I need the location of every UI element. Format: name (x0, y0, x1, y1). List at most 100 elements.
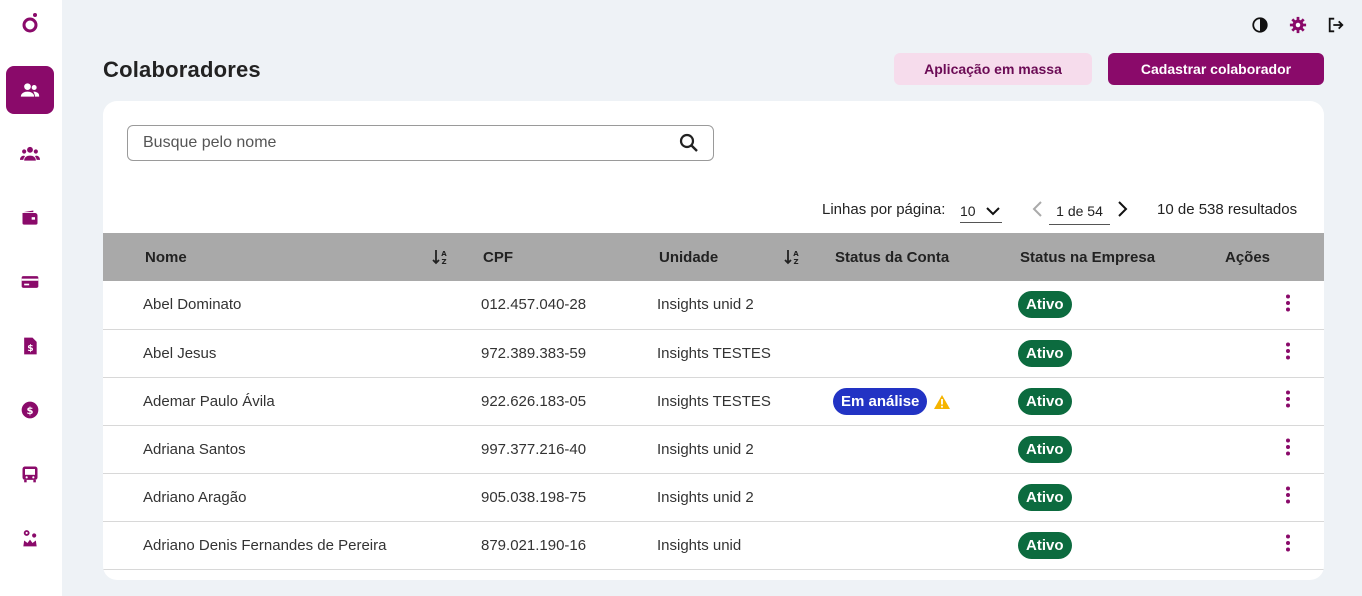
employees-table: Nome AZ CPF Unidade AZ Status da Conta S… (103, 233, 1324, 570)
cell-company-status: Ativo (1018, 425, 1223, 473)
table-row[interactable]: Adriana Santos 997.377.216-40 Insights u… (103, 425, 1324, 473)
theme-toggle-button[interactable] (1250, 15, 1270, 35)
header-unit: Unidade AZ (657, 233, 833, 281)
svg-text:$: $ (27, 406, 34, 417)
group-icon (20, 146, 40, 161)
search-icon[interactable] (679, 133, 699, 153)
svg-text:$: $ (27, 343, 33, 354)
cell-company-status: Ativo (1018, 329, 1223, 377)
gear-icon (1289, 16, 1307, 34)
cell-name: Abel Jesus (143, 344, 217, 362)
nav-users[interactable] (6, 66, 54, 114)
table-row[interactable]: Abel Jesus 972.389.383-59 Insights TESTE… (103, 329, 1324, 377)
table-row[interactable]: Adriano Aragão 905.038.198-75 Insights u… (103, 473, 1324, 521)
cell-account-status (833, 329, 1018, 377)
svg-text:Z: Z (793, 258, 798, 266)
prev-page-icon[interactable] (1029, 199, 1047, 219)
cell-cpf: 922.626.183-05 (481, 392, 587, 410)
cell-unit: Insights TESTES (657, 392, 771, 410)
warning-icon (934, 394, 951, 409)
logout-button[interactable] (1326, 15, 1346, 35)
company-status-badge: Ativo (1018, 339, 1072, 367)
settings-crown-icon (23, 530, 37, 547)
page-indicator: 1 de 54 (1049, 201, 1110, 225)
bulk-apply-button[interactable]: Aplicação em massa (894, 53, 1092, 85)
more-options-icon[interactable] (1285, 390, 1291, 408)
invoice-icon: $ (24, 337, 37, 355)
cell-name: Abel Dominato (143, 296, 242, 314)
cell-name: Adriano Denis Fernandes de Pereira (143, 536, 387, 554)
sort-name-icon[interactable]: AZ (431, 248, 449, 266)
header-name: Nome AZ (103, 233, 481, 281)
nav-wallet[interactable] (6, 194, 54, 242)
rows-per-page-label: Linhas por página: (822, 201, 946, 218)
pagination-bar: Linhas por página: 10 1 de 54 10 de 538 … (103, 199, 1324, 227)
cell-account-status (833, 281, 1018, 329)
cell-actions (1223, 473, 1324, 521)
cell-unit: Insights unid 2 (657, 296, 754, 314)
cell-company-status: Ativo (1018, 281, 1223, 329)
table-header-row: Nome AZ CPF Unidade AZ Status da Conta S… (103, 233, 1324, 281)
employees-card: Linhas por página: 10 1 de 54 10 de 538 … (103, 101, 1324, 580)
sort-unit-icon[interactable]: AZ (783, 248, 801, 266)
nav-groups[interactable] (6, 130, 54, 178)
more-options-icon[interactable] (1285, 534, 1291, 552)
svg-text:Z: Z (441, 258, 446, 266)
chevron-down-icon (986, 206, 1000, 215)
cell-unit: Insights unid 2 (657, 488, 754, 506)
register-employee-button[interactable]: Cadastrar colaborador (1108, 53, 1324, 85)
cell-company-status: Ativo (1018, 521, 1223, 569)
wallet-icon (22, 210, 38, 225)
rows-per-page-value: 10 (960, 202, 976, 219)
nav-transport[interactable] (6, 450, 54, 498)
nav-invoices[interactable]: $ (6, 322, 54, 370)
nav-admin[interactable] (6, 514, 54, 562)
cell-unit: Insights unid (657, 536, 742, 554)
card-icon (21, 276, 39, 288)
cell-company-status: Ativo (1018, 377, 1223, 425)
cell-name: Ademar Paulo Ávila (143, 392, 275, 410)
cell-actions (1223, 281, 1324, 329)
cell-account-status (833, 425, 1018, 473)
header-cpf: CPF (483, 248, 513, 266)
nav-payments[interactable]: $ (6, 386, 54, 434)
cell-account-status: Em análise (833, 377, 1018, 425)
cell-cpf: 972.389.383-59 (481, 344, 587, 362)
company-status-badge: Ativo (1018, 531, 1072, 559)
next-page-icon[interactable] (1113, 199, 1131, 219)
more-options-icon[interactable] (1285, 342, 1291, 360)
cell-name: Adriano Aragão (143, 488, 247, 506)
top-toolbar (1250, 15, 1346, 35)
company-status-badge: Ativo (1018, 483, 1072, 511)
table-row[interactable]: Ademar Paulo Ávila 922.626.183-05 Insigh… (103, 377, 1324, 425)
svg-text:A: A (441, 250, 447, 258)
company-status-badge: Ativo (1018, 291, 1072, 319)
cell-account-status (833, 473, 1018, 521)
users-icon (20, 83, 40, 97)
cell-cpf: 012.457.040-28 (481, 296, 587, 314)
cell-name: Adriana Santos (143, 440, 246, 458)
page-title: Colaboradores (103, 57, 261, 82)
cell-actions (1223, 329, 1324, 377)
contrast-icon (1252, 17, 1268, 33)
account-status-badge: Em análise (833, 387, 928, 415)
cell-unit: Insights TESTES (657, 344, 771, 362)
rows-per-page-select[interactable]: 10 (960, 199, 1002, 223)
more-options-icon[interactable] (1285, 438, 1291, 456)
brand-logo (22, 13, 38, 33)
settings-button[interactable] (1288, 15, 1308, 35)
table-row[interactable]: Adriano Denis Fernandes de Pereira 879.0… (103, 521, 1324, 569)
header-company-status: Status na Empresa (1020, 248, 1156, 266)
table-row[interactable]: Abel Dominato 012.457.040-28 Insights un… (103, 281, 1324, 329)
search-input[interactable] (143, 134, 679, 152)
nav-cards[interactable] (6, 258, 54, 306)
sidebar: $ $ (0, 0, 62, 596)
cell-actions (1223, 521, 1324, 569)
cell-actions (1223, 425, 1324, 473)
more-options-icon[interactable] (1285, 294, 1291, 312)
search-box (127, 125, 714, 161)
more-options-icon[interactable] (1285, 486, 1291, 504)
cell-unit: Insights unid 2 (657, 440, 754, 458)
header-account-status: Status da Conta (835, 248, 950, 266)
cell-company-status: Ativo (1018, 473, 1223, 521)
